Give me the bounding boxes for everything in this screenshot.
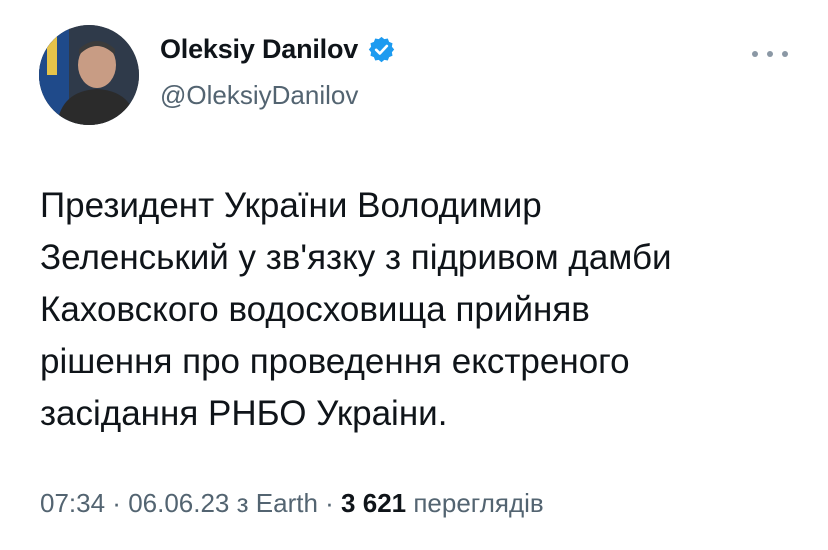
tweet-text-line: засідання РНБО Украіни. — [40, 394, 448, 433]
tweet-meta: 07:34 · 06.06.23 з Earth · 3 621 перегля… — [40, 488, 544, 519]
author-handle[interactable]: @OleksiyDanilov — [160, 80, 358, 111]
verified-badge-icon — [367, 35, 396, 64]
more-dot — [767, 51, 773, 57]
tweet-source[interactable]: Earth — [256, 488, 318, 518]
views-label: переглядів — [406, 488, 544, 518]
author-display-name[interactable]: Oleksiy Danilov — [160, 34, 358, 65]
avatar[interactable] — [39, 25, 139, 125]
tweet-time[interactable]: 07:34 — [40, 488, 105, 518]
tweet-text-line: Каховского водосховища прийняв — [40, 290, 590, 329]
meta-separator: · — [105, 488, 129, 518]
tweet-text-line: рішення про проведення екстреного — [40, 342, 630, 381]
meta-separator: · — [317, 488, 342, 518]
more-horizontal-icon[interactable] — [752, 42, 788, 66]
tweet-text-line: Президент України Володимир — [40, 186, 542, 225]
via-prefix: з — [229, 488, 256, 518]
views-count[interactable]: 3 621 — [341, 488, 406, 518]
tweet-text-line: Зеленський у зв'язку з підривом дамби — [40, 238, 672, 277]
tweet-text: Президент України Володимир Зеленський у… — [40, 180, 800, 440]
tweet-date[interactable]: 06.06.23 — [128, 488, 229, 518]
more-dot — [782, 51, 788, 57]
more-dot — [752, 51, 758, 57]
